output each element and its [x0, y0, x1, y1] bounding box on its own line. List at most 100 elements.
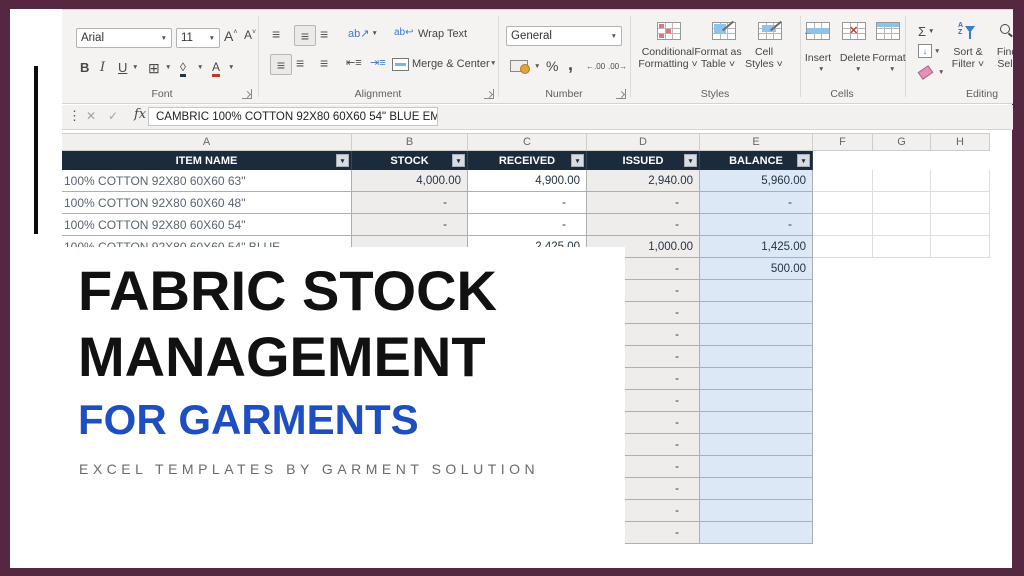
decrease-indent-button[interactable]: ⇤≡ — [346, 56, 362, 69]
cell[interactable] — [700, 500, 813, 522]
decrease-decimal-button[interactable]: .00→ — [608, 62, 627, 71]
table-header-cell[interactable]: ITEM NAME▾ — [62, 151, 352, 170]
empty-cell[interactable] — [873, 214, 931, 236]
cell[interactable]: 4,000.00 — [352, 170, 468, 192]
cell[interactable]: 5,960.00 — [700, 170, 813, 192]
chevron-down-icon[interactable]: ▼ — [130, 64, 138, 71]
cell[interactable]: - — [587, 214, 700, 236]
filter-dropdown-button[interactable]: ▾ — [684, 154, 697, 167]
insert-button[interactable]: Insert — [802, 52, 834, 64]
align-right-button[interactable]: ≡ — [320, 56, 328, 70]
format-button[interactable]: Format — [870, 52, 908, 64]
cell[interactable]: 4,900.00 — [468, 170, 587, 192]
empty-cell[interactable] — [931, 192, 990, 214]
accounting-format-button[interactable] — [510, 60, 528, 72]
italic-button[interactable]: I — [100, 60, 105, 75]
empty-cell[interactable] — [931, 214, 990, 236]
increase-indent-button[interactable]: ⇥≡ — [370, 56, 386, 69]
chevron-down-icon[interactable]: ▼ — [226, 64, 234, 71]
empty-cell[interactable] — [931, 170, 990, 192]
chevron-down-icon[interactable]: ▼ — [532, 63, 540, 70]
comma-style-button[interactable]: , — [568, 54, 573, 75]
confirm-icon[interactable]: ✓ — [108, 109, 118, 123]
empty-cell[interactable] — [813, 214, 873, 236]
align-bottom-button[interactable]: ≡ — [320, 27, 328, 41]
cell[interactable] — [700, 478, 813, 500]
column-header-G[interactable]: G — [873, 133, 931, 151]
chevron-down-icon[interactable]: ▼ — [816, 66, 824, 73]
cancel-icon[interactable]: ✕ — [86, 109, 96, 123]
column-header-A[interactable]: A — [62, 133, 352, 151]
formula-input[interactable]: CAMBRIC 100% COTTON 92X80 60X60 54" BLUE… — [148, 107, 438, 126]
chevron-down-icon[interactable]: ▼ — [163, 64, 171, 71]
cell[interactable]: 100% COTTON 92X80 60X60 63" — [62, 170, 352, 192]
cell[interactable]: 500.00 — [700, 258, 813, 280]
cell[interactable] — [700, 456, 813, 478]
delete-button[interactable]: Delete — [838, 52, 872, 64]
cell[interactable]: - — [352, 214, 468, 236]
table-header-cell[interactable]: STOCK▾ — [352, 151, 468, 170]
empty-cell[interactable] — [931, 236, 990, 258]
cell[interactable] — [700, 324, 813, 346]
cell[interactable] — [700, 522, 813, 544]
column-header-F[interactable]: F — [813, 133, 873, 151]
drag-handle-icon[interactable]: ⋮ — [68, 108, 81, 124]
font-size-combo[interactable]: 11▼ — [176, 28, 220, 48]
empty-cell[interactable] — [873, 236, 931, 258]
chevron-down-icon[interactable]: ▼ — [488, 60, 496, 67]
column-header-H[interactable]: H — [931, 133, 990, 151]
empty-cell[interactable] — [873, 170, 931, 192]
font-dialog-launcher[interactable] — [242, 89, 252, 99]
chevron-down-icon[interactable]: ▼ — [887, 66, 895, 73]
number-format-combo[interactable]: General▼ — [506, 26, 622, 46]
clear-button[interactable]: ▼ — [919, 68, 944, 77]
cell[interactable]: 1,425.00 — [700, 236, 813, 258]
cell[interactable]: - — [468, 192, 587, 214]
fill-button[interactable]: ↓▼ — [918, 44, 940, 58]
table-header-cell[interactable]: ISSUED▾ — [587, 151, 700, 170]
cell[interactable]: 100% COTTON 92X80 60X60 54" — [62, 214, 352, 236]
filter-dropdown-button[interactable]: ▾ — [797, 154, 810, 167]
insert-function-icon[interactable]: fx — [134, 107, 146, 122]
cell[interactable] — [700, 280, 813, 302]
filter-dropdown-button[interactable]: ▾ — [452, 154, 465, 167]
bold-button[interactable]: B — [80, 60, 89, 75]
cell[interactable]: - — [700, 192, 813, 214]
chevron-down-icon[interactable]: ▼ — [195, 64, 203, 71]
cell[interactable]: - — [587, 192, 700, 214]
cell[interactable]: - — [700, 214, 813, 236]
underline-button[interactable]: U — [118, 60, 127, 75]
alignment-dialog-launcher[interactable] — [484, 89, 494, 99]
cell[interactable] — [700, 302, 813, 324]
find-select-button[interactable]: Find &Select — [990, 46, 1013, 70]
shrink-font-button[interactable]: A˅ — [244, 28, 256, 42]
cell[interactable] — [700, 390, 813, 412]
cell[interactable]: 2,940.00 — [587, 170, 700, 192]
cell[interactable] — [700, 346, 813, 368]
merge-center-button[interactable]: Merge & Center — [412, 58, 490, 70]
number-dialog-launcher[interactable] — [616, 89, 626, 99]
align-left-button[interactable]: ≡ — [270, 54, 292, 75]
cell[interactable] — [700, 434, 813, 456]
align-center-button[interactable]: ≡ — [296, 56, 304, 70]
filter-dropdown-button[interactable]: ▾ — [571, 154, 584, 167]
align-top-button[interactable]: ≡ — [272, 27, 280, 41]
empty-cell[interactable] — [873, 192, 931, 214]
column-header-B[interactable]: B — [352, 133, 468, 151]
sort-filter-button[interactable]: Sort &Filter ˅ — [944, 46, 992, 70]
align-middle-button[interactable]: ≡ — [294, 25, 316, 46]
font-color-button[interactable]: A — [212, 60, 220, 77]
filter-dropdown-button[interactable]: ▾ — [336, 154, 349, 167]
autosum-button[interactable]: Σ▼ — [918, 24, 934, 39]
wrap-text-button[interactable]: Wrap Text — [418, 28, 467, 40]
cell[interactable] — [700, 368, 813, 390]
table-header-cell[interactable]: RECEIVED▾ — [468, 151, 587, 170]
cell[interactable] — [700, 412, 813, 434]
orientation-button[interactable]: ab↗▼ — [348, 27, 378, 40]
column-header-D[interactable]: D — [587, 133, 700, 151]
fill-color-button[interactable]: ◊ — [180, 60, 186, 77]
percent-style-button[interactable]: % — [546, 58, 558, 74]
chevron-down-icon[interactable]: ▼ — [853, 66, 861, 73]
cell-styles-button[interactable]: CellStyles ˅ — [738, 46, 790, 70]
empty-cell[interactable] — [813, 192, 873, 214]
